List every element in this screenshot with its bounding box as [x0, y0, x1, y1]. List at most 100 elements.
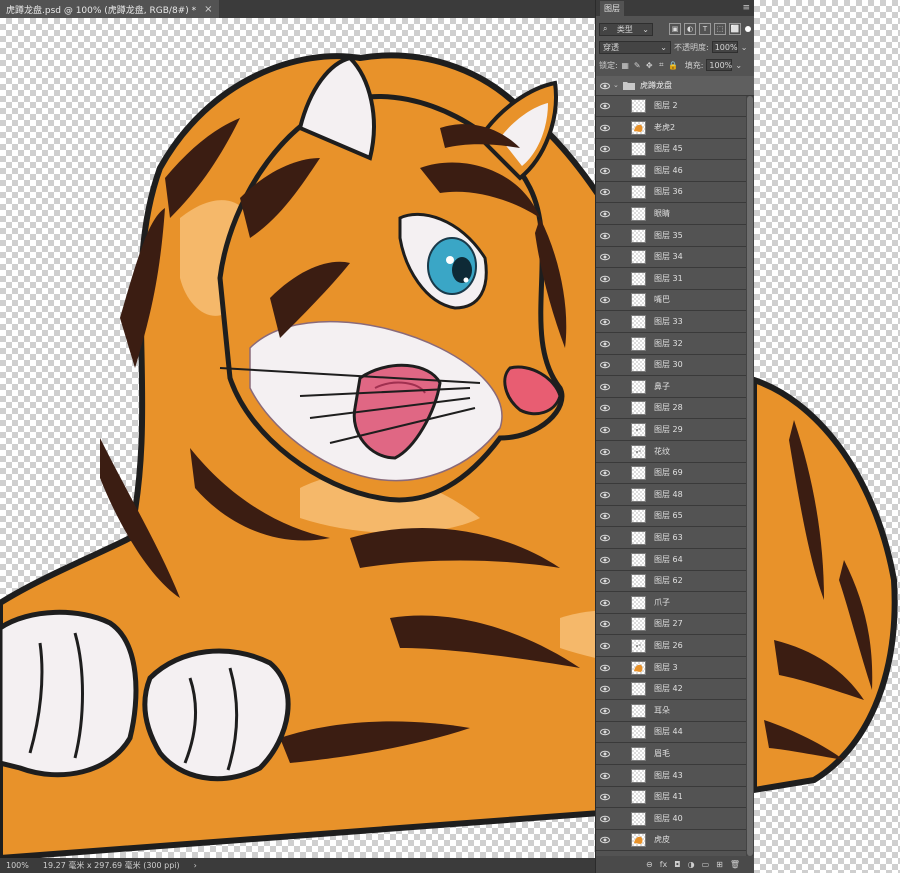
- layer-row[interactable]: 虎皮: [596, 830, 754, 852]
- layer-row[interactable]: 图层 30: [596, 355, 754, 377]
- visibility-eye-icon[interactable]: [600, 792, 610, 802]
- panel-menu-icon[interactable]: ≡: [742, 3, 750, 13]
- visibility-eye-icon[interactable]: [600, 252, 610, 262]
- fx-icon[interactable]: fx: [660, 860, 668, 869]
- visibility-eye-icon[interactable]: [600, 619, 610, 629]
- layer-row[interactable]: 花纹: [596, 442, 754, 463]
- blend-mode-select[interactable]: 穿透 ⌄: [599, 40, 671, 54]
- visibility-eye-icon[interactable]: [600, 166, 610, 176]
- visibility-eye-icon[interactable]: [600, 684, 610, 694]
- document-tab[interactable]: 虎蹲龙盘.psd @ 100% (虎蹲龙盘, RGB/8#) * ×: [0, 0, 219, 18]
- layer-row[interactable]: 耳朵: [596, 701, 754, 722]
- visibility-eye-icon[interactable]: [600, 727, 610, 737]
- layer-group-row[interactable]: ⌄ 虎蹲龙盘: [596, 76, 754, 96]
- adjustment-filter-icon[interactable]: ◐: [684, 23, 696, 35]
- visibility-eye-icon[interactable]: [600, 425, 610, 435]
- visibility-eye-icon[interactable]: [600, 771, 610, 781]
- canvas-right-edge[interactable]: [754, 0, 900, 873]
- layer-row[interactable]: 图层 3: [596, 658, 754, 679]
- layer-row[interactable]: 图层 28: [596, 398, 754, 420]
- lock-image-icon[interactable]: ✎: [633, 61, 642, 70]
- opacity-input[interactable]: 100%: [711, 41, 738, 53]
- layer-row[interactable]: 图层 26: [596, 636, 754, 657]
- visibility-eye-icon[interactable]: [600, 187, 610, 197]
- filter-toggle-icon[interactable]: [745, 26, 751, 32]
- lock-position-icon[interactable]: ✥: [645, 61, 654, 70]
- status-arrow-icon[interactable]: ›: [194, 861, 197, 870]
- visibility-eye-icon[interactable]: [600, 511, 610, 521]
- layer-row[interactable]: 图层 62: [596, 571, 754, 593]
- visibility-eye-icon[interactable]: [600, 490, 610, 500]
- visibility-eye-icon[interactable]: [600, 555, 610, 565]
- layer-row[interactable]: 图层 65: [596, 506, 754, 528]
- layers-panel-title[interactable]: 图层: [600, 0, 624, 16]
- shape-filter-icon[interactable]: ⬚: [714, 23, 726, 35]
- visibility-eye-icon[interactable]: [600, 749, 610, 759]
- layer-row[interactable]: 图层 27: [596, 614, 754, 636]
- trash-icon[interactable]: 🗑: [730, 860, 740, 869]
- visibility-eye-icon[interactable]: [600, 123, 610, 133]
- visibility-eye-icon[interactable]: [600, 814, 610, 824]
- layer-row[interactable]: 图层 42: [596, 679, 754, 701]
- chevron-down-icon[interactable]: ⌄: [741, 43, 748, 52]
- visibility-eye-icon[interactable]: [600, 663, 610, 673]
- layer-row[interactable]: 图层 48: [596, 485, 754, 506]
- layer-row[interactable]: 图层 64: [596, 550, 754, 571]
- image-filter-icon[interactable]: ▣: [669, 23, 681, 35]
- link-icon[interactable]: ⊖: [646, 860, 653, 869]
- layer-row[interactable]: 鼻子: [596, 377, 754, 398]
- layer-row[interactable]: 眼睛: [596, 204, 754, 225]
- layer-row[interactable]: 图层 69: [596, 463, 754, 485]
- text-filter-icon[interactable]: T: [699, 23, 711, 35]
- new-layer-icon[interactable]: ⊞: [716, 860, 723, 869]
- visibility-eye-icon[interactable]: [600, 706, 610, 716]
- visibility-eye-icon[interactable]: [600, 598, 610, 608]
- layer-row[interactable]: 图层 2: [596, 96, 754, 117]
- layer-row[interactable]: 图层 40: [596, 809, 754, 830]
- visibility-eye-icon[interactable]: [600, 295, 610, 305]
- lock-transparency-icon[interactable]: ▦: [621, 61, 630, 70]
- visibility-eye-icon[interactable]: [600, 274, 610, 284]
- layer-row[interactable]: 爪子: [596, 593, 754, 614]
- layer-row[interactable]: 图层 41: [596, 787, 754, 809]
- visibility-eye-icon[interactable]: [600, 144, 610, 154]
- folder-icon[interactable]: ▭: [702, 860, 710, 869]
- layer-row[interactable]: 图层 45: [596, 139, 754, 161]
- layer-row[interactable]: 图层 34: [596, 247, 754, 269]
- visibility-eye-icon[interactable]: [600, 101, 610, 111]
- layer-row[interactable]: 图层 35: [596, 226, 754, 247]
- layer-row[interactable]: 图层 63: [596, 528, 754, 549]
- visibility-eye-icon[interactable]: [600, 360, 610, 370]
- layer-row[interactable]: 图层 36: [596, 182, 754, 204]
- visibility-eye-icon[interactable]: [600, 339, 610, 349]
- layer-row[interactable]: 图层 29: [596, 420, 754, 441]
- visibility-eye-icon[interactable]: [600, 317, 610, 327]
- layer-row[interactable]: 图层 31: [596, 269, 754, 290]
- visibility-eye-icon[interactable]: [600, 81, 610, 91]
- group-expand-icon[interactable]: ⌄: [613, 81, 619, 89]
- lock-all-icon[interactable]: 🔒: [668, 61, 678, 70]
- visibility-eye-icon[interactable]: [600, 209, 610, 219]
- zoom-level[interactable]: 100%: [6, 861, 29, 870]
- visibility-eye-icon[interactable]: [600, 468, 610, 478]
- visibility-eye-icon[interactable]: [600, 403, 610, 413]
- layer-row[interactable]: 图层 44: [596, 722, 754, 744]
- fill-input[interactable]: 100%: [706, 59, 733, 71]
- layer-row[interactable]: 图层 32: [596, 334, 754, 355]
- layer-row[interactable]: 老虎2: [596, 118, 754, 139]
- visibility-eye-icon[interactable]: [600, 835, 610, 845]
- layer-row[interactable]: 图层 43: [596, 766, 754, 787]
- layer-row[interactable]: 眉毛: [596, 744, 754, 765]
- layers-scroll-thumb[interactable]: [747, 96, 753, 856]
- visibility-eye-icon[interactable]: [600, 382, 610, 392]
- canvas-area[interactable]: [0, 18, 595, 858]
- visibility-eye-icon[interactable]: [600, 231, 610, 241]
- layer-filter-select[interactable]: ⌕ 类型 ⌄: [599, 22, 653, 36]
- smart-object-filter-icon[interactable]: ⬜: [729, 23, 741, 35]
- chevron-down-icon[interactable]: ⌄: [735, 61, 742, 70]
- layer-row[interactable]: 图层 33: [596, 312, 754, 333]
- adjustment-icon[interactable]: ◑: [688, 860, 695, 869]
- lock-artboard-icon[interactable]: ⌗: [657, 60, 666, 70]
- visibility-eye-icon[interactable]: [600, 641, 610, 651]
- visibility-eye-icon[interactable]: [600, 533, 610, 543]
